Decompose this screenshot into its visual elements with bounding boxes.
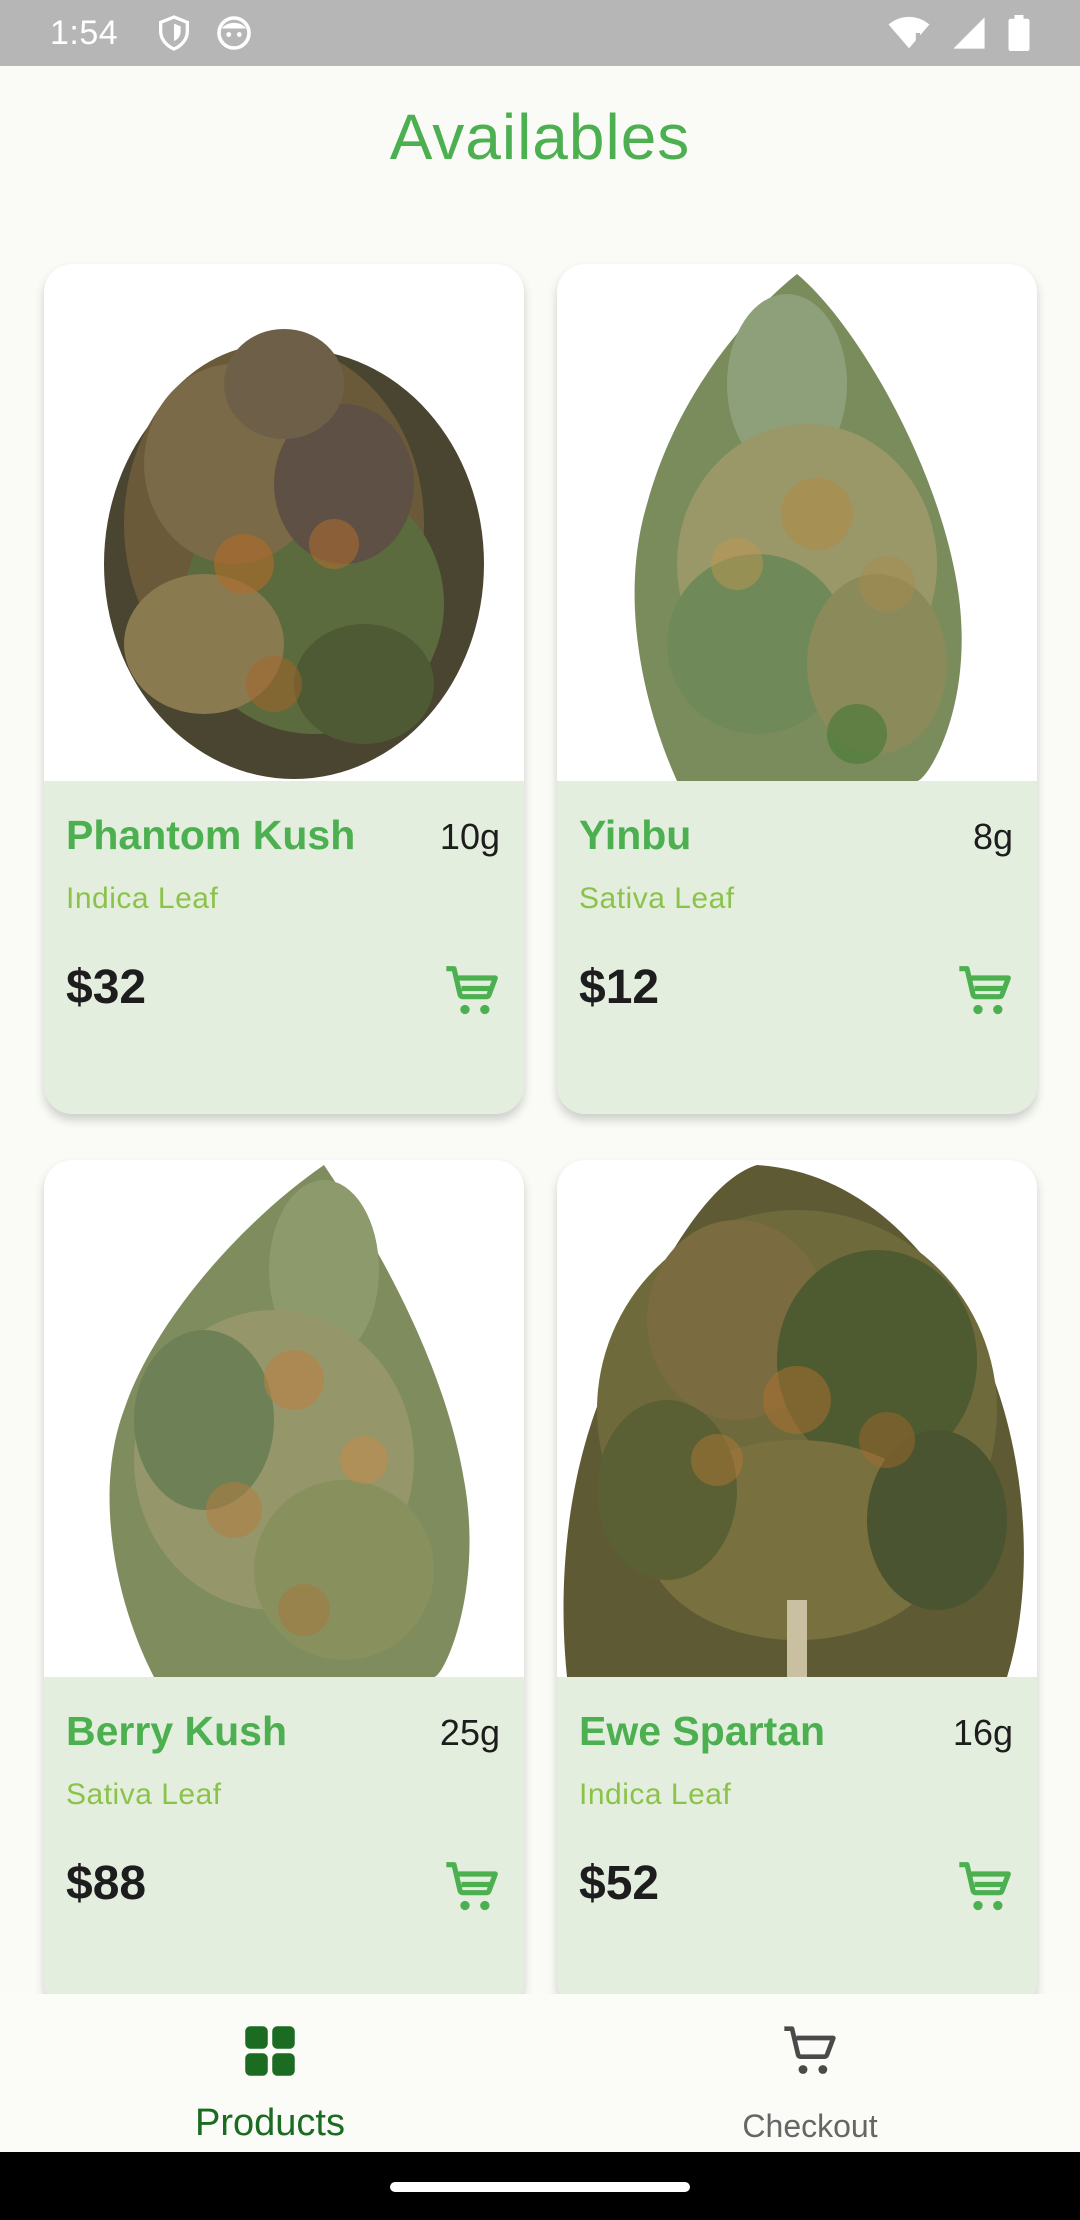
product-weight: 8g [972,816,1013,857]
cart-icon [784,2026,836,2074]
nav-products[interactable]: Products [0,1994,540,2152]
product-price: $12 [579,961,660,1014]
home-indicator[interactable] [390,2182,690,2192]
page-title: Availables [389,101,691,173]
product-card-berry-kush[interactable]: Berry Kush 25g Sativa Leaf $88 [44,1160,524,1994]
product-image [44,264,524,781]
nav-products-label: Products [195,2102,345,2144]
product-name: Ewe Spartan [579,1708,826,1754]
product-image [557,1160,1037,1677]
add-to-cart-button[interactable] [442,964,502,1020]
product-name: Berry Kush [66,1708,288,1754]
add-to-cart-button[interactable] [955,964,1015,1020]
add-to-cart-button[interactable] [442,1860,502,1916]
product-type: Indica Leaf [579,1778,732,1811]
signal-icon [953,17,985,49]
battery-icon [1008,15,1030,51]
system-navigation-bar [0,2152,1080,2220]
cart-icon [959,966,1011,1015]
product-name: Phantom Kush [66,812,356,858]
cart-icon [959,1862,1011,1911]
bottom-navigation: Products Checkout [0,1994,1080,2152]
product-weight: 16g [952,1712,1013,1753]
product-type: Sativa Leaf [579,882,735,915]
product-price: $52 [579,1857,660,1910]
product-type: Sativa Leaf [66,1778,222,1811]
shield-icon [159,15,190,51]
face-icon [217,16,251,50]
product-weight: 25g [439,1712,500,1753]
grid-icon [245,2026,295,2076]
product-card-yinbu[interactable]: Yinbu 8g Sativa Leaf $12 [557,264,1037,1114]
product-image [44,1160,524,1677]
cart-icon [446,1862,498,1911]
nav-checkout[interactable]: Checkout [540,1994,1080,2152]
product-price: $32 [66,961,147,1014]
cart-icon [446,966,498,1015]
product-image [557,264,1037,781]
add-to-cart-button[interactable] [955,1860,1015,1916]
product-name: Yinbu [579,812,692,858]
status-time: 1:54 [50,13,119,52]
product-card-ewe-spartan[interactable]: Ewe Spartan 16g Indica Leaf $52 [557,1160,1037,1994]
wifi-icon [888,16,930,49]
product-price: $88 [66,1857,147,1910]
product-grid: Availables Phantom Kush 10g Indica Leaf … [0,0,1080,1994]
status-bar: 1:54 [0,0,1080,66]
product-card-phantom-kush[interactable]: Phantom Kush 10g Indica Leaf $32 [44,264,524,1114]
product-weight: 10g [439,816,500,857]
product-type: Indica Leaf [66,882,219,915]
nav-checkout-label: Checkout [742,2108,878,2144]
